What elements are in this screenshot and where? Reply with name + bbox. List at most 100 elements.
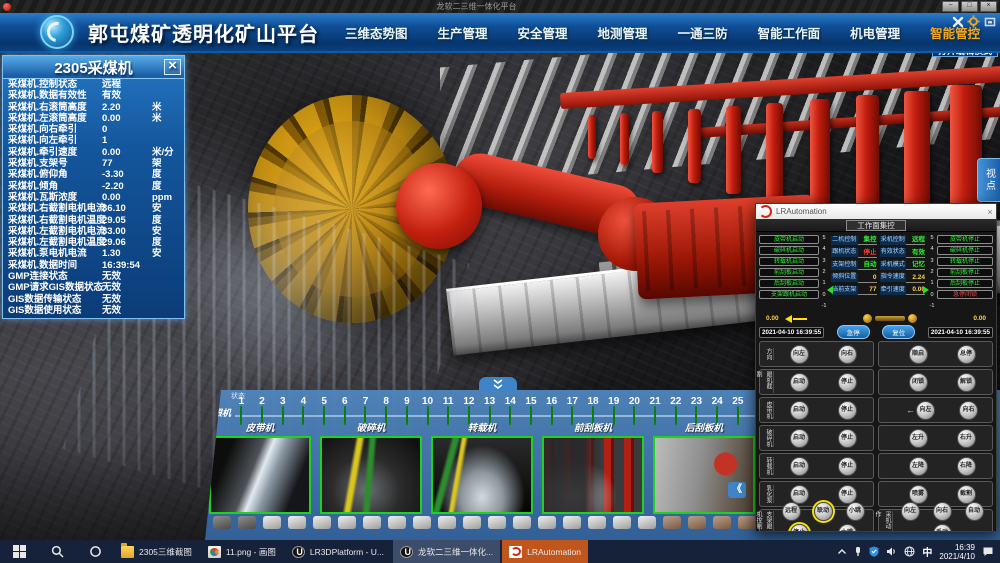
- search-icon[interactable]: [38, 540, 76, 563]
- support-cell[interactable]: 16: [541, 396, 562, 425]
- round-control-button[interactable]: 停止: [790, 524, 809, 532]
- equipment-stop-button[interactable]: 破碎机停止: [937, 246, 993, 255]
- support-cell[interactable]: 12: [459, 396, 480, 425]
- round-control-button[interactable]: 左升: [909, 429, 928, 448]
- nav-item[interactable]: 地测管理: [598, 23, 648, 42]
- support-cell[interactable]: 3: [272, 396, 293, 425]
- taskbar-app[interactable]: LR3DPlatform - U...: [285, 540, 391, 563]
- round-control-button[interactable]: 手动: [933, 524, 952, 532]
- round-control-button[interactable]: 右降: [957, 457, 976, 476]
- support-cell[interactable]: 6: [334, 396, 355, 425]
- support-cell[interactable]: 20: [624, 396, 645, 425]
- round-control-button[interactable]: 总停: [957, 345, 976, 364]
- round-control-button[interactable]: 停止: [838, 429, 857, 448]
- equipment-stop-button[interactable]: 转载机停止: [937, 257, 993, 266]
- support-cell[interactable]: 25: [728, 396, 749, 425]
- nav-item[interactable]: 机电管理: [850, 23, 900, 42]
- support-cell[interactable]: 19: [603, 396, 624, 425]
- round-control-button[interactable]: 小跳: [846, 502, 865, 521]
- close-icon[interactable]: ×: [984, 207, 996, 217]
- equipment-start-button[interactable]: 支架跟机启动: [759, 290, 819, 299]
- notification-icon[interactable]: [982, 546, 994, 557]
- support-cell[interactable]: 14: [500, 396, 521, 425]
- start-button[interactable]: [0, 540, 38, 563]
- dock-collapse-tab[interactable]: [479, 377, 517, 392]
- round-control-button[interactable]: 闭锁: [909, 373, 928, 392]
- network-globe-icon[interactable]: [904, 546, 915, 557]
- wrench-icon[interactable]: [951, 15, 964, 28]
- support-cell[interactable]: 15: [521, 396, 542, 425]
- shearer-position-slider[interactable]: 0.00 0.00: [756, 312, 996, 325]
- round-control-button[interactable]: 右升: [957, 429, 976, 448]
- camera-thumbnail[interactable]: [431, 436, 533, 514]
- round-control-button[interactable]: 大跳: [838, 524, 857, 532]
- camera-thumbnail[interactable]: [209, 436, 311, 514]
- round-control-button[interactable]: 向左: [916, 401, 935, 420]
- task-view-icon[interactable]: [76, 540, 114, 563]
- nav-item[interactable]: 生产管理: [438, 23, 488, 42]
- round-control-button[interactable]: 停止: [838, 457, 857, 476]
- chevron-up-icon[interactable]: [837, 548, 847, 556]
- close-icon[interactable]: ×: [164, 59, 181, 75]
- support-cell[interactable]: 8: [376, 396, 397, 425]
- lra-titlebar[interactable]: LRAutomation ×: [756, 204, 996, 219]
- round-control-button[interactable]: 向左: [790, 345, 809, 364]
- equipment-start-button[interactable]: 破碎机启动: [759, 246, 819, 255]
- equipment-start-button[interactable]: 皮带机启动: [759, 235, 819, 244]
- close-button[interactable]: ×: [980, 1, 997, 12]
- viewpoint-tab[interactable]: 视点: [977, 158, 1000, 202]
- taskbar-app[interactable]: 龙软二三维一体化...: [393, 540, 500, 563]
- round-control-button[interactable]: 向左: [901, 502, 920, 521]
- speaker-icon[interactable]: [886, 546, 897, 557]
- estop-pill-button[interactable]: 急停: [837, 325, 870, 339]
- round-control-button[interactable]: 启动: [790, 401, 809, 420]
- round-control-button[interactable]: 左降: [909, 457, 928, 476]
- round-control-button[interactable]: 自动: [965, 502, 984, 521]
- equipment-start-button[interactable]: 转载机启动: [759, 257, 819, 266]
- support-cell[interactable]: 18: [583, 396, 604, 425]
- reset-pill-button[interactable]: 复位: [882, 325, 915, 339]
- ime-indicator[interactable]: 中: [922, 544, 932, 559]
- round-control-button[interactable]: 解锁: [957, 373, 976, 392]
- support-cell[interactable]: 2: [252, 396, 273, 425]
- taskbar-app[interactable]: 2305三维截图: [114, 540, 199, 563]
- support-cell[interactable]: 1: [231, 396, 252, 425]
- maximize-button[interactable]: □: [961, 1, 978, 12]
- minimize-button[interactable]: −: [942, 1, 959, 12]
- support-cell[interactable]: 24: [707, 396, 728, 425]
- round-control-button[interactable]: 联动: [814, 502, 833, 521]
- support-cell[interactable]: 21: [645, 396, 666, 425]
- camera-strip-prev[interactable]: 《: [728, 482, 746, 498]
- equipment-stop-button[interactable]: 前刮板停止: [937, 268, 993, 277]
- equipment-stop-button[interactable]: 皮带机停止: [937, 235, 993, 244]
- round-control-button[interactable]: 顺启: [909, 345, 928, 364]
- gear-icon[interactable]: [967, 15, 980, 28]
- round-control-button[interactable]: 向右: [933, 502, 952, 521]
- support-cell[interactable]: 4: [293, 396, 314, 425]
- round-control-button[interactable]: 启动: [790, 457, 809, 476]
- support-cell[interactable]: 13: [479, 396, 500, 425]
- fit-screen-icon[interactable]: [983, 15, 996, 28]
- round-control-button[interactable]: 启动: [790, 429, 809, 448]
- usb-icon[interactable]: [854, 546, 862, 557]
- support-cell[interactable]: 5: [314, 396, 335, 425]
- nav-item[interactable]: 三维态势图: [345, 23, 408, 42]
- support-cell[interactable]: 10: [417, 396, 438, 425]
- nav-item[interactable]: 一通三防: [678, 23, 728, 42]
- equipment-stop-button[interactable]: 后刮板停止: [937, 279, 993, 288]
- round-control-button[interactable]: 远程: [782, 502, 801, 521]
- round-control-button[interactable]: 停止: [838, 401, 857, 420]
- round-control-button[interactable]: 停止: [838, 373, 857, 392]
- round-control-button[interactable]: 向右: [959, 401, 978, 420]
- support-cell[interactable]: 7: [355, 396, 376, 425]
- nav-item[interactable]: 智能工作面: [758, 23, 821, 42]
- round-control-button[interactable]: 启动: [790, 373, 809, 392]
- support-cell[interactable]: 23: [686, 396, 707, 425]
- support-cell[interactable]: 22: [665, 396, 686, 425]
- taskbar-app[interactable]: LRAutomation: [502, 540, 588, 563]
- equipment-start-button[interactable]: 后刮板启动: [759, 279, 819, 288]
- taskbar-app[interactable]: 11.png - 画图: [201, 540, 283, 563]
- support-cell[interactable]: 17: [562, 396, 583, 425]
- camera-thumbnail[interactable]: [542, 436, 644, 514]
- shield-icon[interactable]: [869, 546, 879, 557]
